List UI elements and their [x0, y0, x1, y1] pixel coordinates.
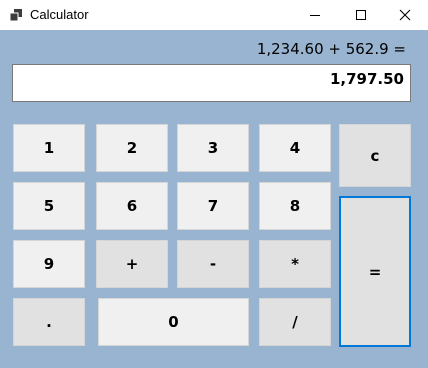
window-title: Calculator [30, 7, 89, 22]
minimize-button[interactable] [292, 0, 338, 30]
multiply-button[interactable]: * [259, 240, 331, 288]
equals-button[interactable]: = [339, 196, 411, 347]
maximize-icon [356, 10, 366, 20]
digit-6-button[interactable]: 6 [96, 182, 168, 230]
digit-7-button[interactable]: 7 [177, 182, 249, 230]
digit-1-button[interactable]: 1 [13, 124, 85, 172]
digit-3-button[interactable]: 3 [177, 124, 249, 172]
decimal-button[interactable]: . [13, 298, 85, 346]
expression-label: 1,234.60 + 562.9 = [256, 40, 406, 58]
clear-button[interactable]: c [339, 124, 411, 187]
digit-8-button[interactable]: 8 [259, 182, 331, 230]
close-button[interactable] [382, 0, 428, 30]
calculator-app-icon [9, 8, 23, 22]
digit-4-button[interactable]: 4 [259, 124, 331, 172]
title-bar[interactable]: Calculator [0, 0, 428, 30]
result-display[interactable]: 1,797.50 [12, 64, 411, 102]
digit-2-button[interactable]: 2 [96, 124, 168, 172]
minus-button[interactable]: - [177, 240, 249, 288]
digit-9-button[interactable]: 9 [13, 240, 85, 288]
plus-button[interactable]: + [96, 240, 168, 288]
calculator-window: Calculator 1,234.60 + 562.9 = 1,797.50 1… [0, 0, 428, 368]
minimize-icon [310, 15, 320, 16]
maximize-button[interactable] [338, 0, 384, 30]
digit-0-button[interactable]: 0 [98, 298, 249, 346]
close-icon [399, 9, 411, 21]
divide-button[interactable]: / [259, 298, 331, 346]
digit-5-button[interactable]: 5 [13, 182, 85, 230]
